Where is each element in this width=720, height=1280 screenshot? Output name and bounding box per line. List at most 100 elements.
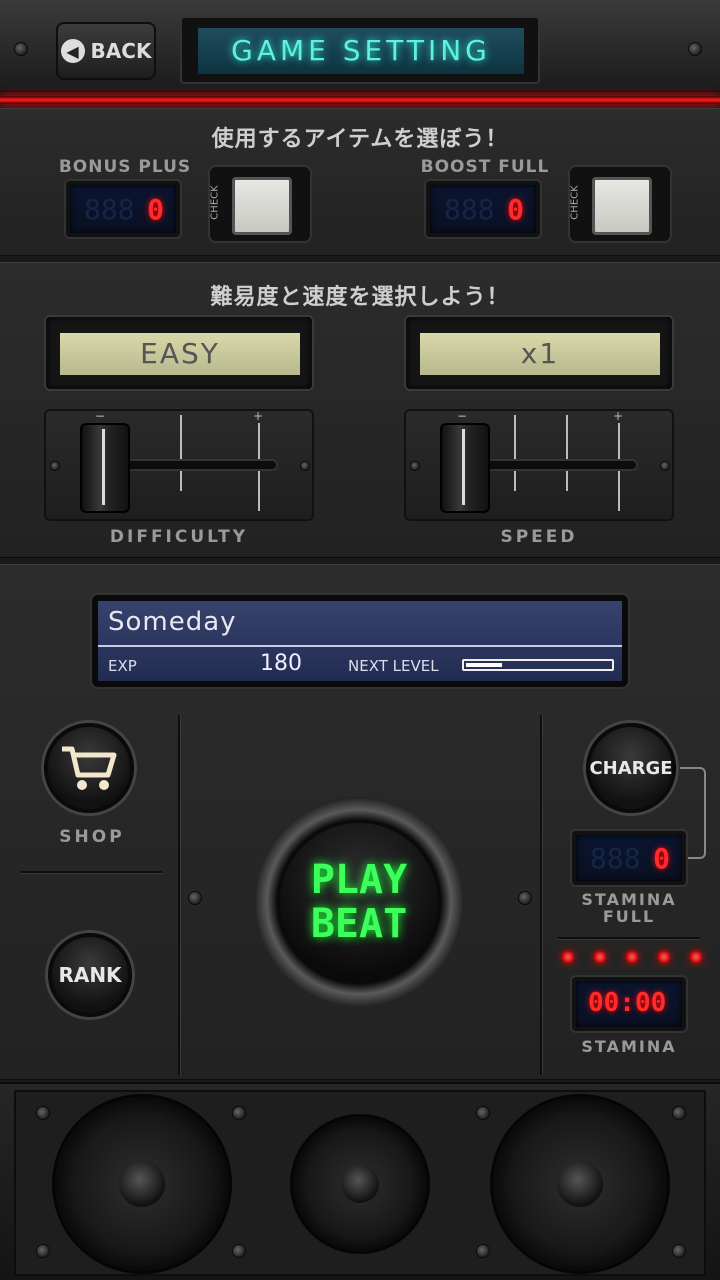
shop-label: SHOP [59, 827, 125, 847]
divider [540, 715, 542, 1075]
stamina-lights [562, 951, 702, 965]
difficulty-display: EASY [44, 315, 314, 391]
slider-track [466, 459, 638, 471]
stamina-light [658, 951, 670, 963]
boost-full-count: 0 [507, 193, 524, 226]
stamina-light [594, 951, 606, 963]
stamina-time: 00:00 [588, 988, 667, 1018]
stamina-full-count: 0 [653, 842, 670, 875]
rank-label: RANK [58, 963, 122, 987]
charge-label: CHARGE [589, 757, 673, 779]
charge-button[interactable]: CHARGE [586, 723, 676, 813]
tick [566, 415, 568, 491]
cart-icon [62, 746, 117, 790]
divider [178, 715, 180, 1075]
difficulty-value: EASY [60, 333, 300, 375]
boost-full-checkbox[interactable] [592, 177, 652, 235]
tick [514, 415, 516, 491]
difficulty-label: DIFFICULTY [109, 527, 249, 547]
boost-full-label: BOOST FULL [420, 157, 550, 177]
boost-full-counter: 888 0 [426, 181, 540, 237]
difficulty-speed-heading: 難易度と速度を選択しよう！ [210, 285, 510, 310]
right-speaker [490, 1094, 670, 1274]
stamina-timer: 00:00 [572, 977, 686, 1031]
song-title: Someday [108, 607, 237, 637]
minus-icon: − [95, 409, 106, 423]
divider [98, 645, 622, 647]
center-speaker [290, 1114, 430, 1254]
red-neon-line [0, 96, 720, 104]
screw [672, 1106, 686, 1120]
stamina-light [626, 951, 638, 963]
difficulty-slider[interactable]: − + [44, 409, 314, 521]
stamina-full-label: STAMINA FULL [581, 890, 677, 926]
stamina-full-counter: 888 0 [572, 831, 686, 885]
difficulty-speed-panel: 難易度と速度を選択しよう！ EASY − + DIFFICULTY x1 − +… [0, 262, 720, 558]
back-label: BACK [90, 39, 152, 63]
title-frame: GAME SETTING [180, 16, 540, 84]
screw [300, 461, 310, 471]
counter-ghost: 888 [84, 193, 135, 226]
counter-ghost: 888 [590, 842, 641, 875]
shop-button[interactable] [44, 723, 134, 813]
bonus-plus-label: BONUS PLUS [58, 157, 192, 177]
bonus-plus-checkbox[interactable] [232, 177, 292, 235]
speed-display: x1 [404, 315, 674, 391]
screw [476, 1106, 490, 1120]
screw [688, 42, 702, 56]
screw [50, 461, 60, 471]
screw [518, 891, 532, 905]
next-level-label: NEXT LEVEL [348, 657, 439, 675]
items-heading: 使用するアイテムを選ぼう！ [211, 127, 509, 152]
minus-icon: − [457, 409, 468, 423]
slider-track [106, 459, 278, 471]
stamina-light [562, 951, 574, 963]
song-info-frame: Someday EXP 180 NEXT LEVEL [90, 593, 630, 689]
stamina-light [690, 951, 702, 963]
screw [672, 1244, 686, 1258]
tick [180, 415, 182, 491]
screw [232, 1106, 246, 1120]
rank-button[interactable]: RANK [48, 933, 132, 1017]
play-label: PLAY [310, 857, 408, 903]
next-level-bar-fill [466, 663, 502, 667]
divider [558, 937, 700, 939]
speed-slider-knob[interactable] [440, 423, 490, 513]
difficulty-slider-knob[interactable] [80, 423, 130, 513]
screw [232, 1244, 246, 1258]
screw [14, 42, 28, 56]
check-label: CHECK [209, 185, 221, 220]
back-button[interactable]: ◀ BACK [56, 22, 156, 80]
speed-slider[interactable]: − + [404, 409, 674, 521]
header-bar: ◀ BACK GAME SETTING [0, 0, 720, 92]
bonus-plus-count: 0 [147, 193, 164, 226]
speaker-panel [0, 1082, 720, 1280]
console-panel: Someday EXP 180 NEXT LEVEL SHOP RANK PLA… [0, 564, 720, 1080]
plus-icon: + [613, 409, 624, 423]
check-label: CHECK [569, 185, 581, 220]
divider [20, 871, 162, 873]
speed-label: SPEED [500, 527, 578, 547]
counter-ghost: 888 [444, 193, 495, 226]
song-info-screen: Someday EXP 180 NEXT LEVEL [98, 601, 622, 681]
screw [188, 891, 202, 905]
boost-full-check-well: CHECK [568, 165, 672, 243]
next-level-bar [462, 659, 614, 671]
plus-icon: + [253, 409, 264, 423]
items-panel: 使用するアイテムを選ぼう！ BONUS PLUS 888 0 CHECK BOO… [0, 108, 720, 256]
exp-label: EXP [108, 657, 137, 675]
speed-value: x1 [420, 333, 660, 375]
arrow-left-icon: ◀ [60, 39, 85, 63]
stamina-label: STAMINA [581, 1037, 677, 1056]
beat-label: BEAT [310, 901, 408, 947]
bonus-plus-check-well: CHECK [208, 165, 312, 243]
screw [660, 461, 670, 471]
play-button[interactable]: PLAY BEAT [280, 823, 438, 981]
page-title: GAME SETTING [198, 28, 524, 74]
screw [410, 461, 420, 471]
screw [36, 1106, 50, 1120]
screw [476, 1244, 490, 1258]
left-speaker [52, 1094, 232, 1274]
bonus-plus-counter: 888 0 [66, 181, 180, 237]
exp-value: 180 [260, 651, 302, 676]
